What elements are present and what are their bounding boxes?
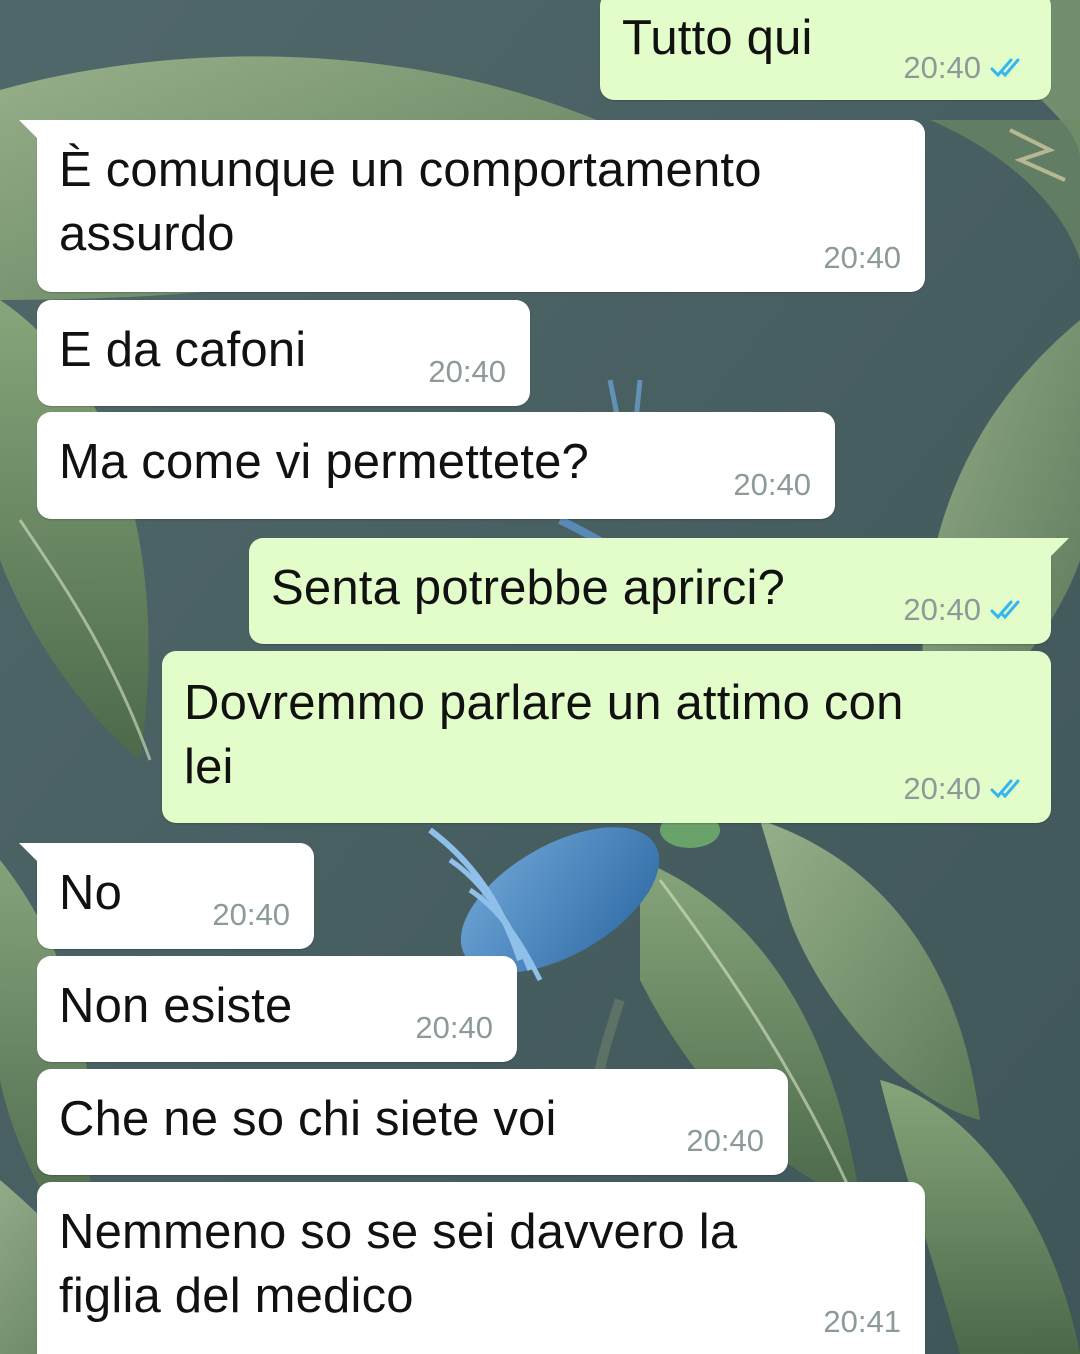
message-meta: 20:41 (823, 1304, 901, 1340)
message-text: È comunque un comportamento assurdo (59, 143, 762, 261)
message-text: Tutto qui (622, 11, 813, 65)
double-check-read-icon (990, 600, 1020, 620)
message-meta: 20:40 (212, 897, 290, 933)
message-time: 20:40 (428, 354, 506, 389)
double-check-read-icon (990, 779, 1020, 799)
message-time: 20:41 (823, 1304, 901, 1339)
message-text: Che ne so chi siete voi (59, 1092, 557, 1146)
message-text: Dovremmo parlare un attimo con lei (184, 676, 904, 794)
message-time: 20:40 (903, 771, 981, 806)
message-meta: 20:40 (428, 354, 506, 390)
message-bubble-incoming[interactable]: Nemmeno so se sei davvero la figlia del … (37, 1182, 925, 1354)
message-meta: 20:40 (823, 240, 901, 276)
message-bubble-outgoing[interactable]: Senta potrebbe aprirci? 20:40 (249, 538, 1069, 644)
message-text: No (59, 866, 123, 920)
message-text: Ma come vi permettete? (59, 435, 590, 489)
message-meta: 20:40 (903, 50, 1027, 86)
message-text: Non esiste (59, 979, 293, 1033)
message-time: 20:40 (903, 50, 981, 85)
message-meta: 20:40 (415, 1010, 493, 1046)
message-time: 20:40 (733, 467, 811, 502)
message-time: 20:40 (212, 897, 290, 932)
message-bubble-incoming[interactable]: Ma come vi permettete? 20:40 (37, 412, 835, 519)
message-bubble-incoming[interactable]: Non esiste 20:40 (37, 956, 517, 1062)
message-meta: 20:40 (903, 592, 1027, 628)
message-text: Senta potrebbe aprirci? (271, 561, 785, 615)
message-time: 20:40 (686, 1123, 764, 1158)
message-time: 20:40 (415, 1010, 493, 1045)
double-check-read-icon (990, 58, 1020, 78)
message-text: Nemmeno so se sei davvero la figlia del … (59, 1205, 738, 1323)
message-bubble-incoming[interactable]: E da cafoni 20:40 (37, 300, 530, 406)
message-bubble-incoming[interactable]: È comunque un comportamento assurdo 20:4… (19, 120, 925, 292)
message-text: E da cafoni (59, 323, 307, 377)
message-bubble-incoming[interactable]: No 20:40 (19, 843, 314, 949)
message-list[interactable]: Tutto qui 20:40 È comunque un comportame… (0, 0, 1080, 1354)
message-bubble-outgoing[interactable]: Tutto qui 20:40 (600, 0, 1051, 100)
message-time: 20:40 (823, 240, 901, 275)
message-bubble-incoming[interactable]: Che ne so chi siete voi 20:40 (37, 1069, 788, 1175)
message-meta: 20:40 (903, 771, 1027, 807)
message-meta: 20:40 (686, 1123, 764, 1159)
message-meta: 20:40 (733, 467, 811, 503)
message-time: 20:40 (903, 592, 981, 627)
message-bubble-outgoing[interactable]: Dovremmo parlare un attimo con lei 20:40 (162, 651, 1051, 823)
